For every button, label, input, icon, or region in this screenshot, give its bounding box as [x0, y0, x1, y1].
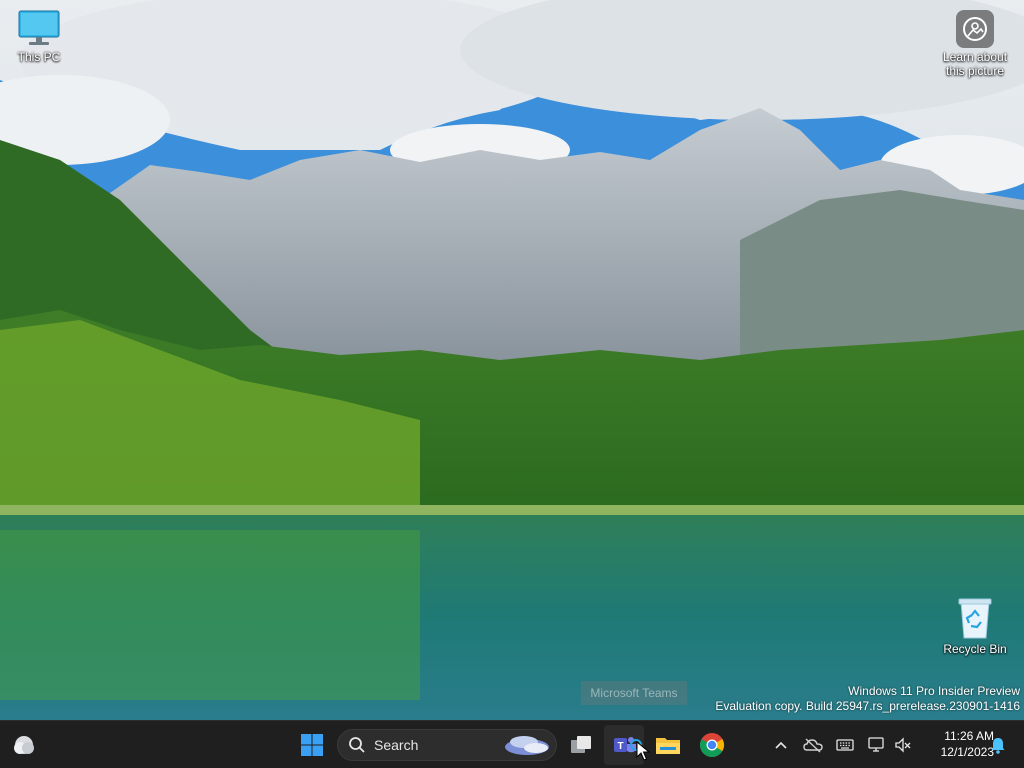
taskbar-clock[interactable]: 11:26 AM 12/1/2023	[918, 728, 994, 760]
windows-logo-icon	[301, 734, 323, 756]
task-view-button[interactable]	[561, 725, 601, 765]
desktop: This PC Learn about this picture Recycle…	[0, 0, 1024, 720]
cloud-icon	[14, 736, 34, 754]
volume-muted-icon	[895, 737, 911, 753]
taskbar: Search T 11:26 AM 12/1/2023	[0, 720, 1024, 768]
recycle-bin-icon	[958, 598, 992, 639]
watermark-line1: Windows 11 Pro Insider Preview	[848, 684, 1020, 698]
learn-about-line2: this picture	[945, 64, 1005, 78]
svg-text:T: T	[617, 741, 623, 752]
desktop-icon-recycle-bin[interactable]: Recycle Bin	[937, 596, 1013, 656]
clock-time: 11:26 AM	[944, 729, 994, 743]
evaluation-watermark: Windows 11 Pro Insider Preview Evaluatio…	[715, 684, 1020, 714]
learn-about-picture[interactable]: Learn about this picture	[937, 10, 1013, 78]
keyboard-icon	[836, 739, 854, 751]
search-label: Search	[374, 737, 419, 753]
taskbar-tooltip: Microsoft Teams	[581, 681, 687, 705]
search-icon	[349, 737, 365, 753]
search-box[interactable]: Search	[337, 729, 557, 761]
onedrive-tray-button[interactable]	[801, 733, 825, 757]
bell-icon	[991, 738, 1005, 754]
desktop-icon-this-pc[interactable]: This PC	[1, 8, 77, 64]
start-button[interactable]	[292, 725, 332, 765]
show-hidden-icons-button[interactable]	[769, 733, 793, 757]
desktop-wallpaper	[0, 0, 1024, 720]
clock-date: 12/1/2023	[940, 745, 994, 759]
mouse-cursor-icon	[636, 741, 650, 761]
onedrive-icon	[803, 738, 823, 753]
chrome-icon	[699, 733, 725, 758]
watermark-line2: Evaluation copy. Build 25947.rs_prerelea…	[715, 699, 1020, 713]
notifications-button[interactable]	[986, 733, 1010, 757]
search-highlight-icon	[505, 736, 549, 755]
taskbar-chrome-button[interactable]	[692, 725, 732, 765]
volume-tray-button[interactable]	[891, 733, 915, 757]
input-keyboard-tray-button[interactable]	[833, 733, 857, 757]
chevron-up-icon	[775, 741, 787, 749]
taskbar-file-explorer-button[interactable]	[648, 725, 688, 765]
task-view-icon	[571, 736, 591, 753]
network-icon	[868, 737, 884, 752]
desktop-icon-label: This PC	[17, 50, 61, 64]
monitor-icon	[18, 10, 60, 45]
desktop-icon-label: Recycle Bin	[943, 642, 1007, 656]
learn-about-icon	[956, 10, 994, 48]
network-tray-button[interactable]	[865, 733, 889, 757]
learn-about-line1: Learn about	[942, 50, 1008, 64]
file-explorer-icon	[656, 738, 680, 754]
weather-widget-button[interactable]	[4, 725, 44, 765]
